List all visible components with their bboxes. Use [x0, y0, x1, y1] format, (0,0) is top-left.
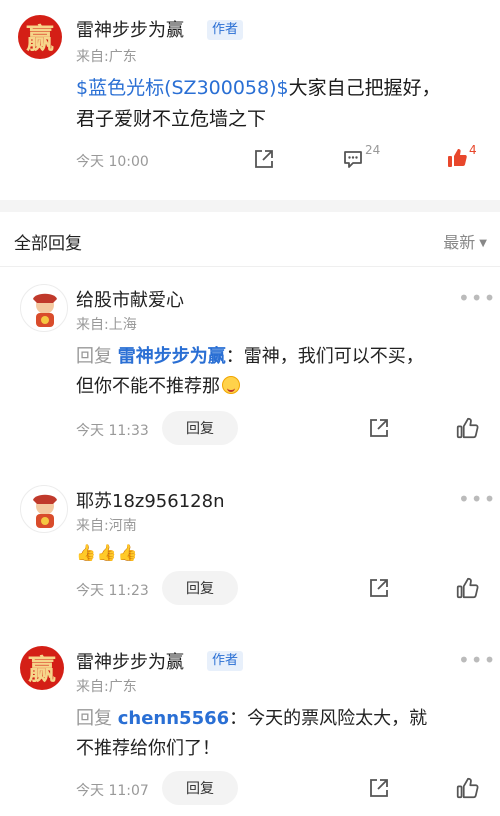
stock-link[interactable]: $蓝色光标(SZ300058)$ — [76, 77, 289, 99]
comment-text-line2: 但你不能不推荐那 — [76, 376, 220, 397]
reply-button[interactable]: 回复 — [162, 571, 238, 605]
mascot-avatar-icon — [33, 293, 57, 327]
commenter-avatar[interactable] — [20, 284, 68, 332]
post-text-rest: 大家自己把握好， — [288, 77, 441, 99]
more-options-icon[interactable]: ••• — [458, 489, 496, 509]
author-badge: 作者 — [207, 651, 244, 671]
section-divider — [0, 200, 500, 212]
thumbs-emoji: 👍👍👍 — [76, 543, 139, 562]
commenter-username[interactable]: 耶苏18z956128n — [76, 487, 224, 513]
thumbs-up-icon[interactable] — [455, 416, 479, 440]
reply-prefix: 回复 — [76, 708, 112, 729]
author-username[interactable]: 雷神步步为赢 — [76, 16, 184, 42]
post-time: 今天 10:00 — [76, 154, 149, 170]
post-content: $蓝色光标(SZ300058)$大家自己把握好， 君子爱财不立危墙之下 — [76, 73, 486, 135]
author-badge: 作者 — [207, 20, 244, 40]
commenter-avatar[interactable]: 赢 — [20, 646, 64, 690]
thumbs-up-filled-icon[interactable] — [446, 147, 468, 169]
comment-content: 回复 雷神步步为赢：雷神，我们可以不买， 但你不能不推荐那 — [76, 342, 486, 402]
thumbs-up-icon[interactable] — [455, 576, 479, 600]
comment-time: 今天 11:23 — [76, 583, 149, 599]
sort-dropdown[interactable]: 最新 ▼ — [443, 229, 487, 253]
share-icon[interactable] — [368, 777, 390, 799]
comment-time: 今天 11:33 — [76, 423, 149, 439]
reply-button[interactable]: 回复 — [162, 771, 238, 805]
comment-time: 今天 11:07 — [76, 783, 149, 799]
replies-header: 全部回复 最新 ▼ — [0, 212, 500, 267]
comment-text-part1: ：今天的票风险太大，就 — [229, 708, 428, 729]
main-post: 赢 雷神步步为赢 作者 来自:广东 $蓝色光标(SZ300058)$大家自己把握… — [0, 0, 500, 200]
like-count: 4 — [469, 143, 477, 157]
mention-link[interactable]: 雷神步步为赢 — [118, 346, 226, 367]
sort-label: 最新 — [443, 233, 476, 252]
comment-text-part1: ：雷神，我们可以不买， — [225, 346, 424, 367]
comment-content: 回复 chenn5566：今天的票风险太大，就 不推荐给你们了！ — [76, 704, 486, 764]
comment-location: 来自:广东 — [76, 679, 137, 695]
share-icon[interactable] — [253, 148, 275, 170]
more-options-icon[interactable]: ••• — [458, 288, 496, 308]
share-icon[interactable] — [368, 417, 390, 439]
share-icon[interactable] — [368, 577, 390, 599]
comment-count: 24 — [365, 143, 381, 157]
commenter-avatar[interactable] — [20, 485, 68, 533]
comment-location: 来自:上海 — [76, 317, 137, 333]
more-options-icon[interactable]: ••• — [458, 650, 496, 670]
mascot-avatar-icon — [33, 494, 57, 528]
mention-link[interactable]: chenn5566 — [118, 708, 229, 729]
grin-emoji-icon — [222, 376, 240, 394]
thumbs-up-icon[interactable] — [455, 776, 479, 800]
reply-button[interactable]: 回复 — [162, 411, 238, 445]
comment-icon[interactable] — [342, 148, 364, 170]
author-avatar[interactable]: 赢 — [18, 15, 62, 59]
all-replies-title: 全部回复 — [14, 234, 82, 254]
post-location: 来自:广东 — [76, 49, 137, 65]
commenter-username[interactable]: 雷神步步为赢 — [76, 648, 184, 674]
commenter-username[interactable]: 给股市献爱心 — [76, 286, 184, 312]
post-text-line2: 君子爱财不立危墙之下 — [76, 108, 267, 130]
comment-location: 来自:河南 — [76, 518, 137, 534]
reply-prefix: 回复 — [76, 346, 112, 367]
comment-text-line2: 不推荐给你们了！ — [76, 738, 220, 759]
caret-down-icon: ▼ — [479, 238, 487, 249]
